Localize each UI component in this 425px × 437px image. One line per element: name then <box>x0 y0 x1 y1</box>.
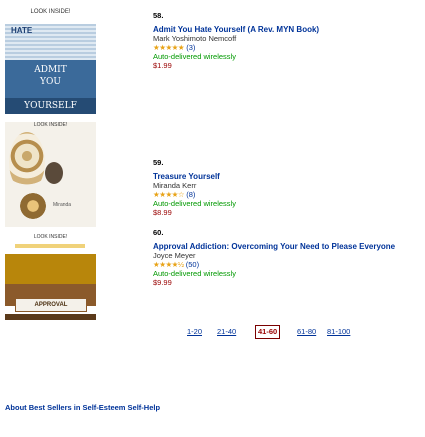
item-details: 60. Approval Addiction: Overcoming Your … <box>153 228 413 287</box>
item-title: Admit You Hate Yourself (A Rev. MYN Book… <box>153 25 413 34</box>
rank-number: 60. <box>153 228 164 237</box>
rank-number: 59. <box>153 158 164 167</box>
cover-art <box>13 186 53 226</box>
page-link[interactable]: 21-40 <box>217 327 236 336</box>
book-cover[interactable]: LOOK INSIDE! APPROVAL <box>5 234 96 320</box>
list-item: LOOK INSIDE! Miranda 59. Treasure Yourse… <box>0 122 425 230</box>
list-item: LOOK INSIDE! HATE ADMIT YOU YOURSELF 58.… <box>0 8 425 118</box>
page-link[interactable]: 61-80 <box>297 327 316 336</box>
delivery-text: Auto-delivered wirelessly <box>153 269 236 278</box>
price: $8.99 <box>153 208 172 217</box>
delivery-text: Auto-delivered wirelessly <box>153 52 236 61</box>
cover-text: HATE <box>11 26 33 35</box>
price: $1.99 <box>153 61 172 70</box>
title-link[interactable]: Admit You Hate Yourself (A Rev. MYN Book… <box>153 25 319 34</box>
rating-count-link[interactable]: (3) <box>186 43 195 52</box>
title-link[interactable]: Treasure Yourself <box>153 172 220 181</box>
cover-title: ADMIT YOU <box>5 60 96 98</box>
cover-art <box>15 244 85 248</box>
list-item: LOOK INSIDE! APPROVAL 60. Approval Addic… <box>0 228 425 322</box>
rating-row: ★★★★☆ (8) <box>153 190 413 199</box>
book-cover[interactable]: LOOK INSIDE! Miranda <box>5 122 96 227</box>
star-rating-icon[interactable]: ★★★★½ <box>153 260 184 269</box>
section-heading[interactable]: About Best Sellers in Self-Esteem Self-H… <box>5 403 160 412</box>
page-link[interactable]: 81-100 <box>327 327 350 336</box>
item-details: 59. Treasure Yourself Miranda Kerr ★★★★☆… <box>153 158 413 217</box>
cover-art <box>9 132 45 192</box>
delivery-text: Auto-delivered wirelessly <box>153 199 236 208</box>
rating-count-link[interactable]: (8) <box>186 190 195 199</box>
rating-row: ★★★★★ (3) <box>153 43 413 52</box>
cover-subtitle: YOURSELF <box>5 98 96 114</box>
author-name: Joyce Meyer <box>153 251 196 260</box>
cover-art <box>5 314 96 320</box>
star-rating-icon[interactable]: ★★★★☆ <box>153 190 185 199</box>
rank-number: 58. <box>153 11 164 20</box>
star-rating-icon[interactable]: ★★★★★ <box>153 43 185 52</box>
look-inside-badge[interactable]: LOOK INSIDE! <box>5 122 96 130</box>
cover-art: HATE <box>5 24 96 60</box>
author-name: Mark Yoshimoto Nemcoff <box>153 34 237 43</box>
item-title: Treasure Yourself <box>153 172 413 181</box>
pagination: 1-20 21-40 41-60 61-80 81-100 <box>187 325 417 339</box>
item-details: 58. Admit You Hate Yourself (A Rev. MYN … <box>153 11 413 70</box>
title-link[interactable]: Approval Addiction: Overcoming Your Need… <box>153 242 395 251</box>
look-inside-badge[interactable]: LOOK INSIDE! <box>5 8 96 24</box>
item-title: Approval Addiction: Overcoming Your Need… <box>153 242 413 251</box>
rating-count-link[interactable]: (50) <box>186 260 199 269</box>
cover-author-text: Miranda <box>53 202 72 208</box>
cover-art <box>5 254 96 284</box>
price: $9.99 <box>153 278 172 287</box>
book-cover[interactable]: LOOK INSIDE! HATE ADMIT YOU YOURSELF <box>5 8 96 114</box>
page-link[interactable]: 1-20 <box>187 327 202 336</box>
cover-art <box>45 162 63 184</box>
cover-title: APPROVAL <box>15 298 87 312</box>
author-name: Miranda Kerr <box>153 181 197 190</box>
page-current: 41-60 <box>255 325 281 339</box>
rating-row: ★★★★½ (50) <box>153 260 413 269</box>
look-inside-badge[interactable]: LOOK INSIDE! <box>5 234 96 242</box>
